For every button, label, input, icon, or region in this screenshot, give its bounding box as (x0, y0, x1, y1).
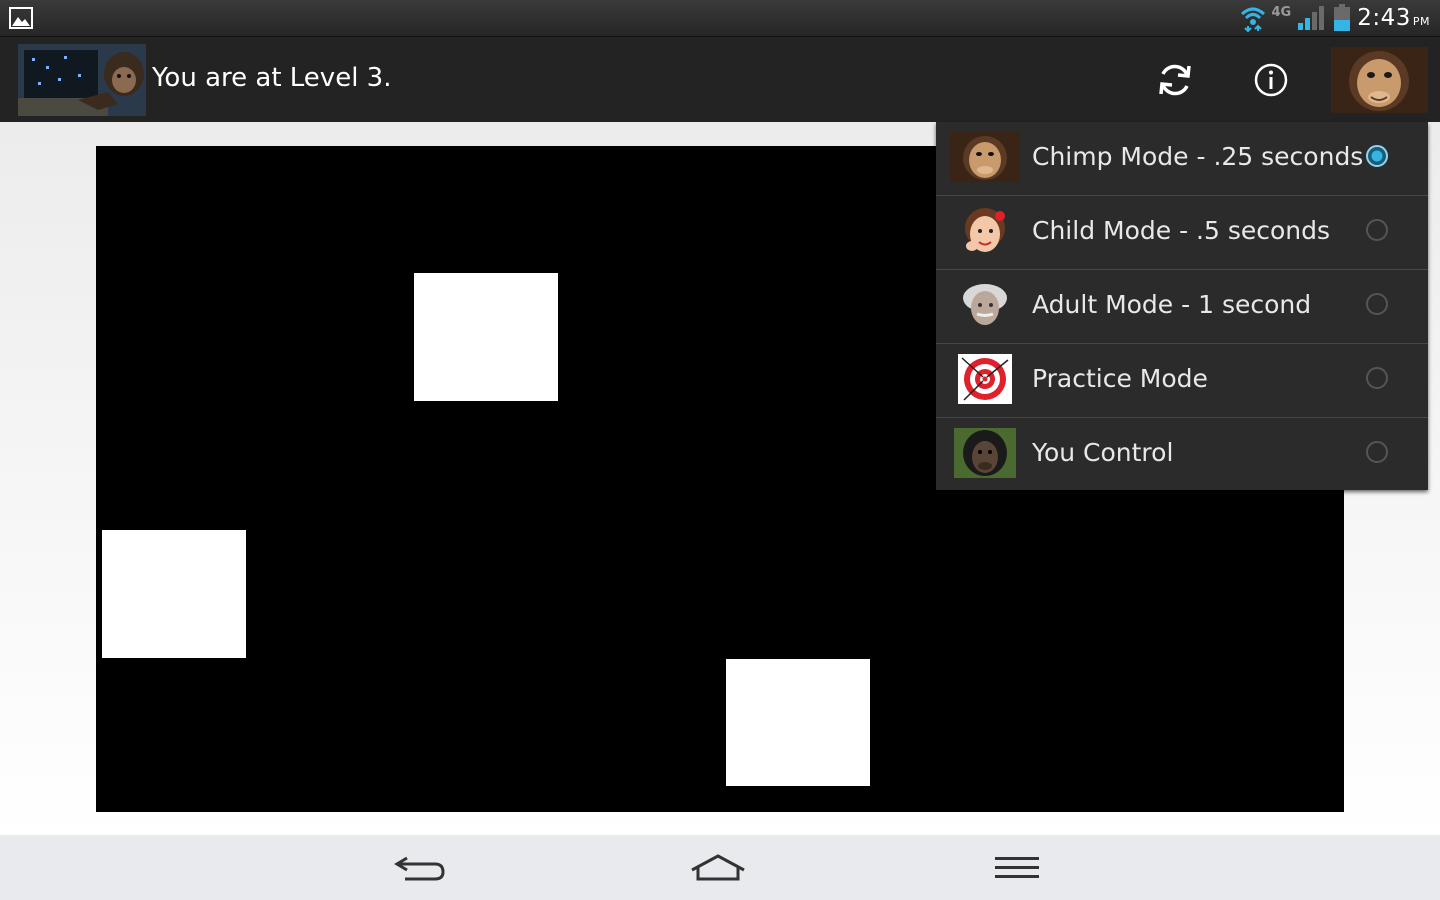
menu-item-practice-mode[interactable]: Practice Mode (936, 344, 1428, 418)
radio-button[interactable] (1366, 219, 1388, 241)
menu-item-label: Chimp Mode - .25 seconds (1032, 142, 1364, 171)
menu-item-chimp-mode[interactable]: Chimp Mode - .25 seconds (936, 122, 1428, 196)
menu-item-label: Child Mode - .5 seconds (1032, 216, 1331, 245)
target-icon (958, 354, 1012, 404)
memory-tile[interactable] (414, 273, 558, 401)
mode-icon[interactable] (1331, 47, 1428, 113)
adult-face-icon (950, 280, 1020, 330)
menu-item-you-control[interactable]: You Control (936, 418, 1428, 490)
network-type: 4G (1271, 4, 1292, 20)
mode-menu: Chimp Mode - .25 seconds Child Mode - .5… (936, 122, 1428, 490)
navigation-bar (0, 835, 1440, 900)
signal-icon (1298, 6, 1325, 30)
back-icon (394, 856, 445, 881)
radio-button[interactable] (1366, 441, 1388, 463)
menu-item-adult-mode[interactable]: Adult Mode - 1 second (936, 270, 1428, 344)
home-button[interactable] (683, 847, 753, 889)
memory-tile[interactable] (726, 659, 870, 786)
refresh-icon (1159, 64, 1191, 96)
menu-button[interactable] (982, 847, 1052, 889)
info-icon (1254, 63, 1288, 97)
menu-icon (995, 857, 1039, 878)
menu-item-label: Practice Mode (1032, 364, 1208, 393)
menu-item-child-mode[interactable]: Child Mode - .5 seconds (936, 196, 1428, 270)
memory-tile[interactable] (102, 530, 246, 658)
radio-button[interactable] (1366, 367, 1388, 389)
radio-button[interactable] (1366, 293, 1388, 315)
page-title: You are at Level 3. (152, 63, 392, 93)
battery-icon (1334, 4, 1351, 31)
menu-item-label: Adult Mode - 1 second (1032, 290, 1312, 319)
wifi-icon (1240, 7, 1265, 32)
chimp-icon (954, 428, 1016, 478)
action-bar: You are at Level 3. (0, 36, 1440, 123)
app-icon[interactable] (18, 44, 146, 116)
status-right: 4G 2:43 PM (1240, 0, 1431, 36)
clock: 2:43 PM (1357, 5, 1430, 31)
home-icon (691, 854, 745, 881)
back-button[interactable] (386, 847, 456, 889)
info-button[interactable] (1246, 55, 1296, 105)
menu-item-label: You Control (1032, 438, 1174, 467)
refresh-button[interactable] (1150, 55, 1200, 105)
radio-button-selected[interactable] (1366, 145, 1388, 167)
child-face-icon (950, 206, 1020, 256)
status-bar: 4G 2:43 PM (0, 0, 1440, 36)
chimp-face-icon (950, 132, 1020, 182)
gallery-icon (9, 7, 33, 29)
